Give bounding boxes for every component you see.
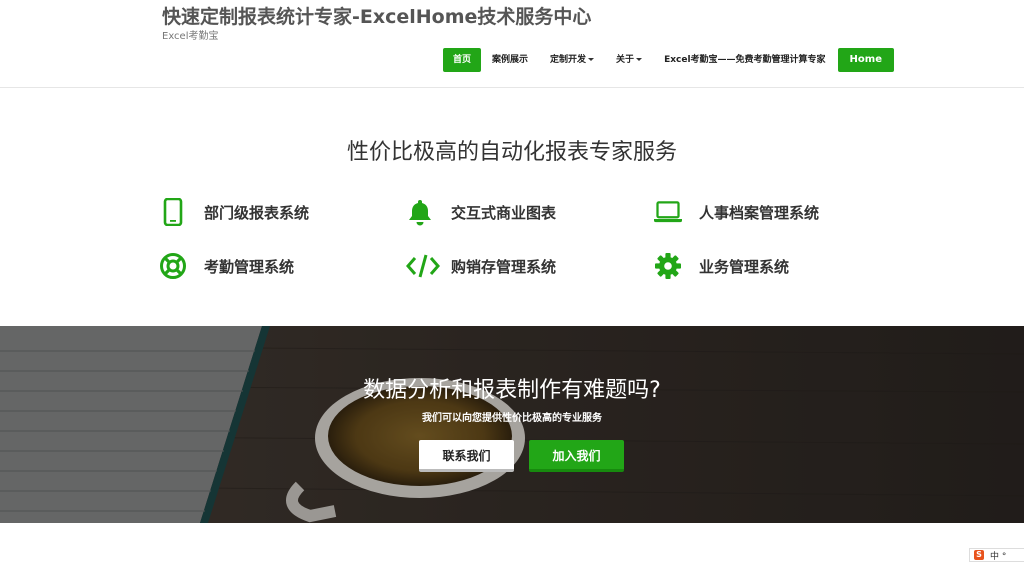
gear-icon (654, 252, 682, 280)
feature-item[interactable]: 业务管理系统 (654, 251, 789, 281)
site-header: 快速定制报表统计专家-ExcelHome技术服务中心 Excel考勤宝 首页 案… (0, 0, 1024, 88)
feature-item[interactable]: 考勤管理系统 (159, 251, 294, 281)
hero-subtitle: 我们可以向您提供性价比极高的专业服务 (422, 413, 602, 424)
feature-label: 部门级报表系统 (204, 203, 310, 222)
bell-icon (406, 198, 434, 226)
nav-item-excel-kaoqinbao[interactable]: Excel考勤宝——免费考勤管理计算专家 (653, 48, 836, 72)
nav-item-label: Excel考勤宝——免费考勤管理计算专家 (664, 55, 826, 65)
join-us-button[interactable]: 加入我们 (529, 440, 624, 472)
nav-item-label: 首页 (453, 55, 472, 65)
hero-title: 数据分析和报表制作有难题吗? (363, 378, 661, 403)
nav-item-label: 案例展示 (492, 55, 529, 65)
feature-label: 交互式商业图表 (451, 203, 557, 222)
main-nav: 首页 案例展示 定制开发 关于 Excel考勤宝——免费考勤管理计算专家 Hom… (443, 48, 894, 72)
feature-label: 业务管理系统 (699, 257, 790, 276)
nav-item-label: 定制开发 (550, 55, 587, 65)
sogou-ime-icon: S (974, 550, 984, 560)
laptop-icon (654, 198, 682, 226)
caret-down-icon (588, 58, 595, 61)
caret-down-icon (636, 58, 643, 61)
home-button[interactable]: Home (837, 48, 894, 72)
feature-item[interactable]: 交互式商业图表 (406, 197, 556, 227)
contact-us-button[interactable]: 联系我们 (419, 440, 514, 472)
site-title[interactable]: 快速定制报表统计专家-ExcelHome技术服务中心 (162, 2, 591, 29)
feature-label: 购销存管理系统 (451, 257, 557, 276)
nav-item-home[interactable]: 首页 (443, 48, 482, 72)
hero-banner: 数据分析和报表制作有难题吗? 我们可以向您提供性价比极高的专业服务 联系我们 加… (0, 326, 1024, 523)
site-tagline: Excel考勤宝 (162, 31, 219, 42)
feature-item[interactable]: 部门级报表系统 (159, 197, 309, 227)
feature-label: 人事档案管理系统 (699, 203, 820, 222)
life-ring-icon (159, 252, 187, 280)
nav-item-about[interactable]: 关于 (605, 48, 653, 72)
code-icon (406, 252, 440, 280)
nav-item-custom-dev[interactable]: 定制开发 (539, 48, 605, 72)
feature-label: 考勤管理系统 (204, 257, 295, 276)
coffee-notebook-background-image (0, 326, 1024, 523)
nav-item-cases[interactable]: 案例展示 (481, 48, 539, 72)
ime-toolbar[interactable]: S 中 ° (969, 548, 1024, 562)
feature-item[interactable]: 人事档案管理系统 (654, 197, 819, 227)
features-title: 性价比极高的自动化报表专家服务 (346, 140, 677, 165)
feature-item[interactable]: 购销存管理系统 (406, 251, 556, 281)
ime-mode-label: 中 ° (990, 551, 1007, 562)
nav-item-label: 关于 (616, 55, 635, 65)
mobile-icon (159, 198, 187, 226)
